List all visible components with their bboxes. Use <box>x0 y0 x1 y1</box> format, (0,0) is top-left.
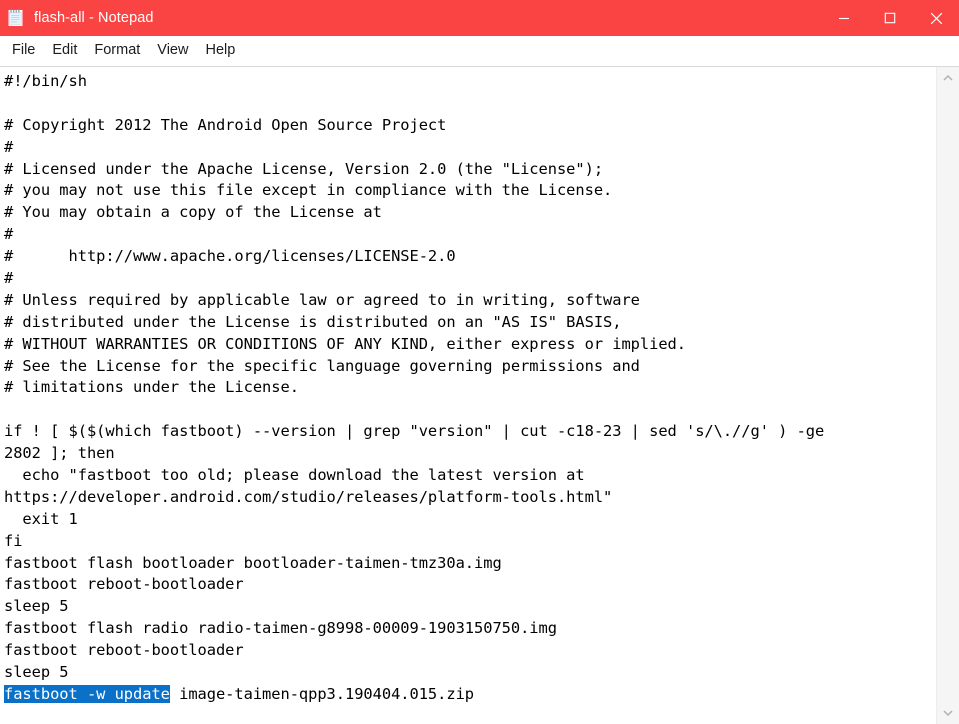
code-line: fastboot flash bootloader bootloader-tai… <box>4 553 502 572</box>
code-line: exit 1 <box>4 509 78 528</box>
scroll-up-button[interactable] <box>937 67 959 89</box>
code-line: echo "fastboot too old; please download … <box>4 466 585 485</box>
code-line-remainder: image-taimen-qpp3.190404.015.zip <box>169 684 475 703</box>
code-line-selected: fastboot -w update image-taimen-qpp3.190… <box>4 684 936 706</box>
menu-item-file[interactable]: File <box>4 39 43 62</box>
window-title: flash-all - Notepad <box>34 10 154 26</box>
code-line: # <box>4 269 14 288</box>
code-line: # Unless required by applicable law or a… <box>4 290 640 309</box>
editor-area: #!/bin/sh # Copyright 2012 The Android O… <box>0 66 959 724</box>
code-line: # you may not use this file except in co… <box>4 181 613 200</box>
chevron-down-icon <box>943 710 953 717</box>
title-bar: flash-all - Notepad <box>0 0 959 36</box>
maximize-button[interactable] <box>867 0 913 36</box>
close-button[interactable] <box>913 0 959 36</box>
code-line: # WITHOUT WARRANTIES OR CONDITIONS OF AN… <box>4 334 686 353</box>
code-line: sleep 5 <box>4 597 69 616</box>
code-line: 2802 ]; then <box>4 444 115 463</box>
code-line: # Licensed under the Apache License, Ver… <box>4 159 604 178</box>
vertical-scrollbar[interactable] <box>936 67 959 724</box>
code-line: # distributed under the License is distr… <box>4 312 622 331</box>
code-line: fi <box>4 531 23 550</box>
minimize-button[interactable] <box>821 0 867 36</box>
code-line: # <box>4 137 14 156</box>
menu-item-edit[interactable]: Edit <box>44 39 85 62</box>
scrollbar-track[interactable] <box>937 89 959 702</box>
code-line: #!/bin/sh <box>4 72 87 90</box>
script-content[interactable]: #!/bin/sh # Copyright 2012 The Android O… <box>4 71 936 706</box>
scroll-down-button[interactable] <box>937 702 959 724</box>
code-line: # <box>4 225 14 244</box>
title-bar-left: flash-all - Notepad <box>0 9 821 27</box>
window-controls <box>821 0 959 36</box>
close-icon <box>930 12 942 24</box>
code-line: # You may obtain a copy of the License a… <box>4 203 382 222</box>
notepad-icon <box>8 9 23 26</box>
code-line: # limitations under the License. <box>4 378 299 397</box>
code-line: fastboot flash radio radio-taimen-g8998-… <box>4 619 557 638</box>
code-line: fastboot reboot-bootloader <box>4 575 244 594</box>
menu-item-view[interactable]: View <box>149 39 196 62</box>
menu-bar: File Edit Format View Help <box>0 36 959 66</box>
code-line: https://developer.android.com/studio/rel… <box>4 487 613 506</box>
code-line: fastboot reboot-bootloader <box>4 641 244 660</box>
code-line: sleep 5 <box>4 663 69 682</box>
text-editor[interactable]: #!/bin/sh # Copyright 2012 The Android O… <box>0 67 936 724</box>
notepad-window: flash-all - Notepad File Edit Format Vie… <box>0 0 959 724</box>
code-line: # Copyright 2012 The Android Open Source… <box>4 115 447 134</box>
maximize-icon <box>884 12 896 24</box>
code-line: # http://www.apache.org/licenses/LICENSE… <box>4 247 456 266</box>
text-selection-highlight: fastboot -w update <box>4 684 170 703</box>
menu-item-help[interactable]: Help <box>197 39 243 62</box>
menu-item-format[interactable]: Format <box>86 39 148 62</box>
code-line: # See the License for the specific langu… <box>4 356 640 375</box>
code-line: if ! [ $($(which fastboot) --version | g… <box>4 422 825 441</box>
minimize-icon <box>839 17 849 20</box>
chevron-up-icon <box>943 74 953 81</box>
